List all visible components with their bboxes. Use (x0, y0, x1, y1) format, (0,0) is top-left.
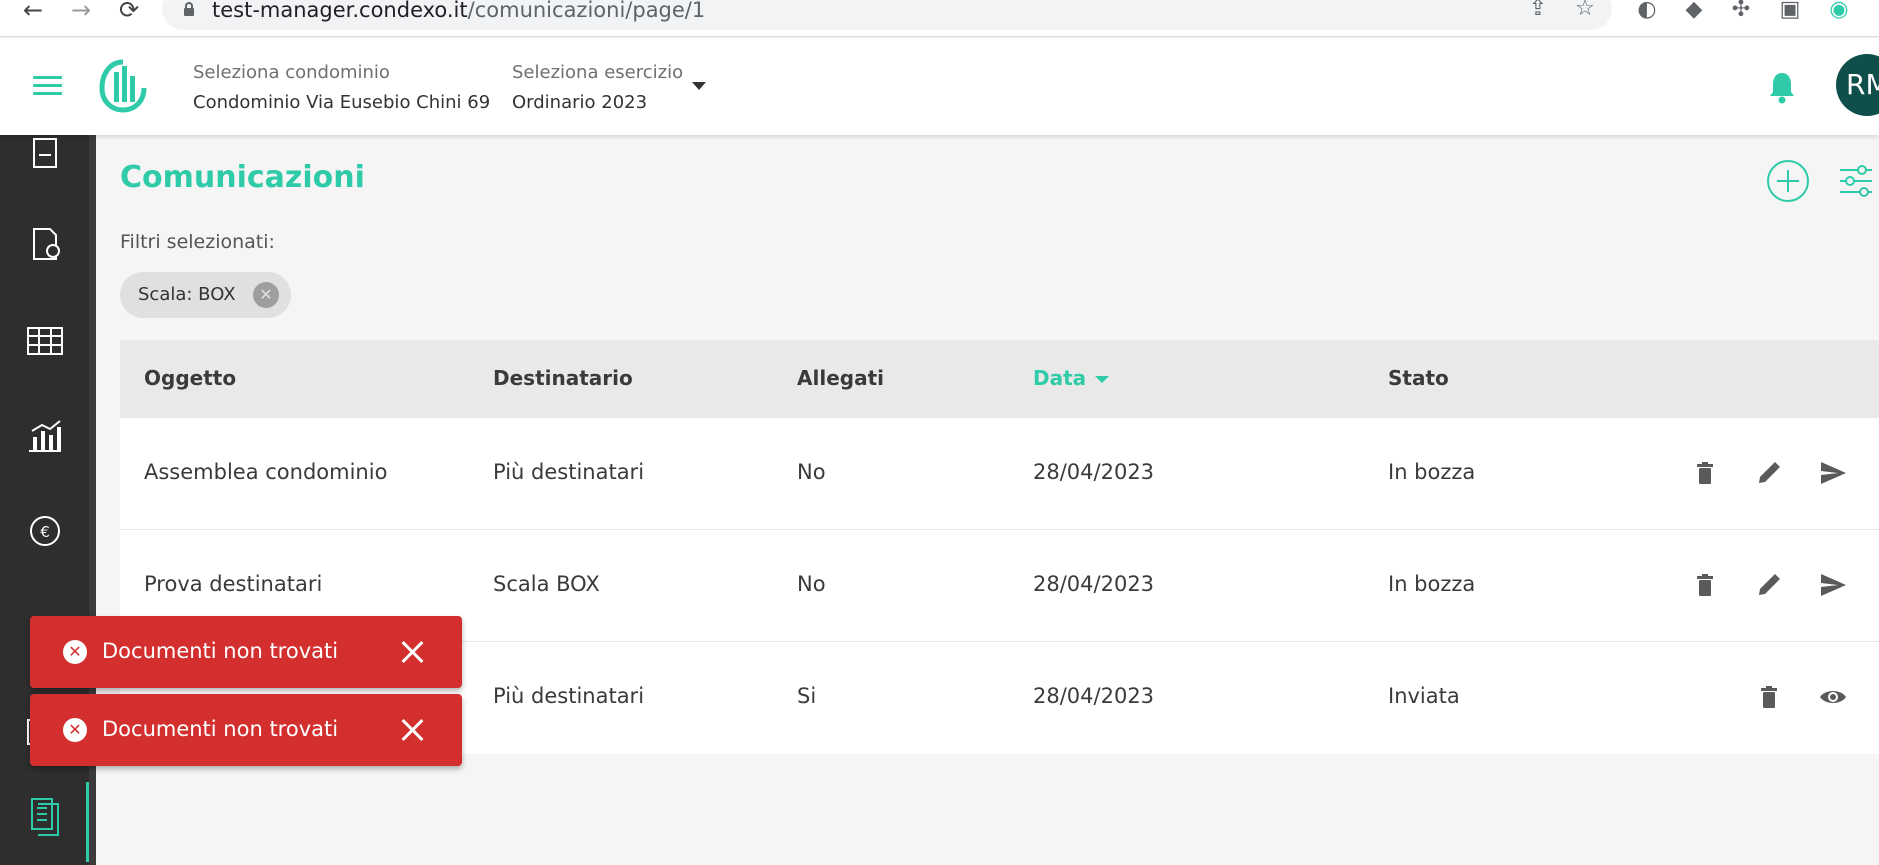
forward-arrow-icon[interactable]: → (66, 0, 96, 24)
chevron-down-icon[interactable] (692, 82, 706, 90)
reload-icon[interactable]: ⟳ (114, 0, 144, 24)
cell-data: 28/04/2023 (1033, 684, 1155, 708)
table-header: Oggetto Destinatario Allegati Data Stato (120, 340, 1879, 418)
error-toast: ✕ Documenti non trovati (30, 694, 462, 766)
condominio-select[interactable]: Condominio Via Eusebio Chini 69 (193, 92, 490, 113)
condominio-select-label: Seleziona condominio (193, 62, 390, 83)
share-icon[interactable]: ⇪ (1525, 0, 1551, 22)
delete-icon[interactable] (1690, 458, 1720, 488)
column-header-data[interactable]: Data (1033, 366, 1109, 390)
send-icon[interactable] (1818, 458, 1848, 488)
esercizio-select-label: Seleziona esercizio (512, 62, 684, 83)
communications-table: Oggetto Destinatario Allegati Data Stato… (120, 340, 1879, 754)
document-settings-icon[interactable] (24, 223, 66, 265)
column-header-data-label: Data (1033, 366, 1087, 390)
send-icon[interactable] (1818, 570, 1848, 600)
view-icon[interactable] (1818, 682, 1848, 712)
cell-destinatario: Più destinatari (493, 684, 645, 708)
error-icon: ✕ (63, 718, 87, 742)
app-header: Seleziona condominio Condominio Via Euse… (0, 38, 1879, 135)
sidebar-active-indicator (86, 782, 89, 862)
edit-icon[interactable] (1754, 570, 1784, 600)
cell-stato: In bozza (1388, 460, 1476, 484)
table-icon[interactable] (24, 320, 66, 362)
condexo-extension-icon[interactable]: ◉ (1825, 0, 1853, 24)
url-host: test-manager.condexo.it (212, 0, 468, 22)
cell-data: 28/04/2023 (1033, 572, 1155, 596)
svg-text:€: € (40, 523, 50, 541)
cell-data: 28/04/2023 (1033, 460, 1155, 484)
cell-allegati: No (797, 460, 826, 484)
add-circle-icon[interactable] (1766, 159, 1810, 203)
delete-icon[interactable] (1754, 682, 1784, 712)
esercizio-select[interactable]: Ordinario 2023 (512, 92, 647, 113)
puzzle-icon[interactable]: ✣ (1727, 0, 1755, 24)
close-icon[interactable] (399, 716, 427, 744)
column-header-destinatario[interactable]: Destinatario (493, 366, 633, 390)
edit-icon[interactable] (1754, 458, 1784, 488)
filter-chip-label: Scala: BOX (138, 284, 236, 305)
cell-destinatario: Scala BOX (493, 572, 600, 596)
filters-label: Filtri selezionati: (120, 231, 275, 253)
filter-sliders-icon[interactable] (1838, 163, 1874, 199)
filter-chip[interactable]: Scala: BOX ✕ (120, 272, 291, 318)
euro-exchange-icon[interactable]: € (24, 510, 66, 552)
sort-desc-icon[interactable] (1095, 376, 1109, 383)
star-icon[interactable]: ☆ (1572, 0, 1598, 22)
url-path: /comunicazioni/page/1 (467, 0, 706, 22)
chart-icon[interactable] (24, 415, 66, 457)
toast-message: Documenti non trovati (102, 717, 339, 741)
column-header-oggetto[interactable]: Oggetto (144, 366, 236, 390)
condexo-logo (99, 59, 147, 113)
column-header-allegati[interactable]: Allegati (797, 366, 884, 390)
column-header-stato[interactable]: Stato (1388, 366, 1449, 390)
error-icon: ✕ (63, 640, 87, 664)
cell-stato: In bozza (1388, 572, 1476, 596)
error-toast: ✕ Documenti non trovati (30, 616, 462, 688)
close-icon[interactable]: ✕ (253, 282, 279, 308)
menu-icon[interactable] (33, 76, 62, 96)
cell-oggetto: Prova destinatari (144, 572, 323, 596)
table-row[interactable]: Assemblea condominio Più destinatari No … (120, 418, 1879, 530)
delete-icon[interactable] (1690, 570, 1720, 600)
avatar[interactable]: RM (1836, 54, 1879, 116)
extension-icon[interactable]: ◆ (1680, 0, 1708, 24)
cell-allegati: Si (797, 684, 817, 708)
browser-toolbar: ← → ⟳ test-manager.condexo.it/comunicazi… (0, 0, 1879, 37)
extension-icon[interactable]: ◐ (1633, 0, 1661, 24)
cell-allegati: No (797, 572, 826, 596)
communications-document-icon[interactable] (24, 795, 66, 837)
cell-oggetto: Assemblea condominio (144, 460, 388, 484)
address-url[interactable]: test-manager.condexo.it/comunicazioni/pa… (212, 0, 705, 22)
toast-message: Documenti non trovati (102, 639, 339, 663)
document-icon[interactable] (24, 135, 66, 177)
lock-icon (184, 2, 194, 16)
cell-destinatario: Più destinatari (493, 460, 645, 484)
page-title: Comunicazioni (120, 160, 365, 195)
cell-stato: Inviata (1388, 684, 1460, 708)
close-icon[interactable] (399, 638, 427, 666)
sidepanel-icon[interactable]: ▣ (1776, 0, 1804, 24)
back-arrow-icon[interactable]: ← (18, 0, 48, 24)
bell-icon[interactable] (1767, 70, 1797, 104)
